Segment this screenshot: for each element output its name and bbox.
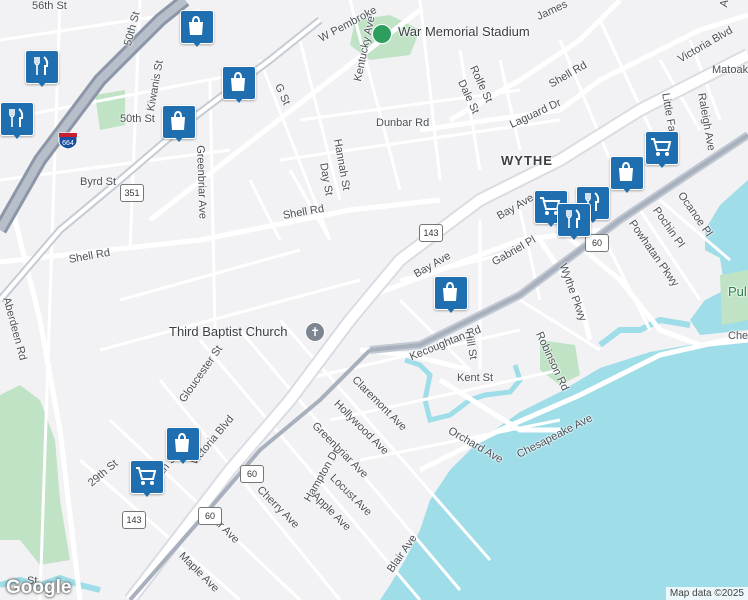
shopping-bag-icon [175, 432, 189, 452]
shopping-marker[interactable] [222, 66, 256, 104]
shopping-cart-icon [136, 467, 157, 485]
restaurant-marker[interactable] [0, 102, 34, 140]
shopping-bag-icon [619, 161, 633, 181]
street-label-kent: Kent St [457, 372, 494, 384]
shopping-bag-icon [231, 71, 245, 91]
water-creek [598, 316, 691, 348]
route-shield-60-southwest: 60 [198, 507, 222, 525]
street-label-matoaka: Matoak [712, 64, 748, 76]
street-label-byrd: Byrd St [80, 176, 117, 188]
area-label-wythe: WYTHE [501, 153, 553, 168]
map-canvas[interactable]: WYTHE War Memorial Stadium ✝ Third Bapti… [0, 0, 748, 600]
fork-knife-icon [566, 209, 581, 228]
grocery-marker[interactable] [645, 131, 679, 169]
restaurant-marker[interactable] [25, 50, 59, 88]
interstate-shield-664: 664 [58, 132, 78, 150]
church-icon[interactable]: ✝ [305, 322, 325, 342]
shopping-marker[interactable] [610, 156, 644, 194]
shopping-bag-icon [443, 281, 457, 301]
restaurant-marker[interactable] [557, 203, 591, 241]
route-shield-351: 351 [120, 184, 144, 202]
fork-knife-icon [34, 56, 49, 75]
shopping-marker[interactable] [166, 427, 200, 465]
street-label-greenbriar-north: Greenbriar Ave [194, 145, 209, 220]
shopping-marker[interactable] [162, 105, 196, 143]
shopping-marker[interactable] [434, 276, 468, 314]
street-label-56th: 56th St [32, 0, 67, 12]
poi-label-stadium[interactable]: War Memorial Stadium [398, 25, 530, 38]
route-shield-143-south: 143 [122, 511, 146, 529]
svg-text:664: 664 [62, 140, 74, 147]
google-logo[interactable]: Google [6, 577, 71, 599]
park-west [0, 385, 70, 565]
route-shield-60-south: 60 [240, 465, 264, 483]
poi-label-park-edge: Pul [728, 284, 747, 299]
map-attribution[interactable]: Map data ©2025 [665, 587, 748, 600]
shopping-marker[interactable] [180, 10, 214, 48]
grocery-marker[interactable] [130, 460, 164, 498]
street-label-dunbar: Dunbar Rd [376, 117, 430, 129]
poi-label-church[interactable]: Third Baptist Church [169, 325, 288, 338]
street-label-chesapeake-edge: Che [728, 330, 748, 342]
fork-knife-icon [9, 108, 24, 127]
shopping-cart-icon [651, 138, 672, 156]
route-shield-143-north: 143 [419, 224, 443, 242]
street-label-50th: 50th St [120, 113, 155, 125]
shopping-bag-icon [189, 15, 203, 35]
shopping-bag-icon [171, 110, 185, 130]
